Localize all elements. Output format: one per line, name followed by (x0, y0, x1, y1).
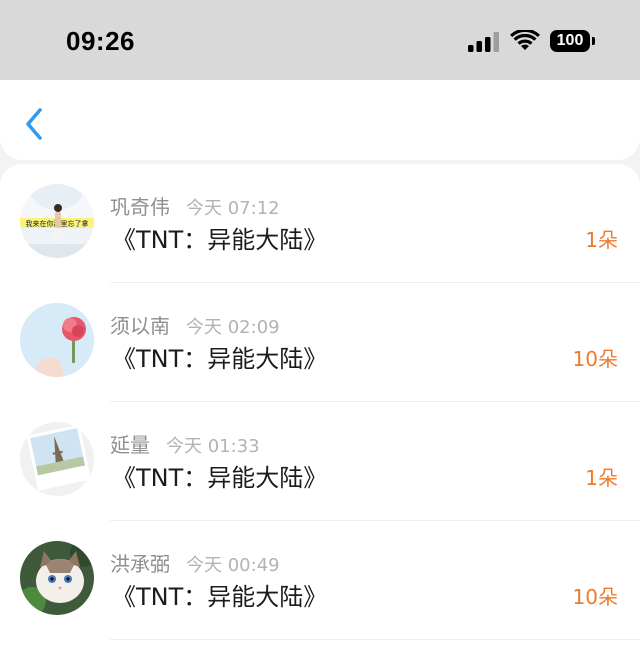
timestamp: 今天 00:49 (186, 555, 280, 576)
wifi-icon (510, 30, 540, 50)
chevron-left-icon (26, 108, 42, 140)
timestamp: 今天 02:09 (186, 317, 280, 338)
book-title: 《TNT：异能大陆》 (112, 226, 328, 254)
list-item[interactable]: 洪承弼 今天 00:49 《TNT：异能大陆》 10朵 (0, 521, 640, 640)
status-time: 09:26 (66, 26, 135, 56)
flower-count: 10朵 (572, 347, 618, 371)
cellular-signal-icon (468, 32, 499, 52)
sender-name-text: 洪承弼 (110, 552, 170, 576)
sender-name-text: 须以南 (110, 314, 170, 338)
sender-name-text: 巩奇伟 (110, 195, 170, 219)
timestamp: 今天 01:33 (166, 436, 260, 457)
back-button[interactable] (18, 104, 52, 144)
avatar: 我来在你那里忘了拿 (20, 184, 94, 258)
sender-name: 洪承弼 今天 00:49 (110, 548, 280, 577)
sender-name: 巩奇伟 今天 07:12 (110, 191, 280, 220)
battery-level: 100 (550, 30, 590, 52)
book-title: 《TNT：异能大陆》 (112, 464, 328, 492)
avatar (20, 422, 94, 496)
sender-name: 须以南 今天 02:09 (110, 310, 280, 339)
book-title: 《TNT：异能大陆》 (112, 583, 328, 611)
timestamp: 今天 07:12 (186, 198, 280, 219)
book-title: 《TNT：异能大陆》 (112, 345, 328, 373)
avatar (20, 541, 94, 615)
list-item[interactable]: 我来在你那里忘了拿 巩奇伟今天 07:12 《TNT：异能大陆》 1朵 (0, 164, 640, 283)
flower-count: 1朵 (585, 466, 618, 490)
avatar (20, 303, 94, 377)
battery-icon: 100 (550, 30, 596, 54)
status-bar: 09:26 100 (0, 0, 640, 80)
nav-bar (0, 80, 640, 160)
flower-count: 10朵 (572, 585, 618, 609)
gift-list: 我来在你那里忘了拿 巩奇伟今天 07:12 《TNT：异能大陆》 1朵 (0, 164, 640, 658)
list-item[interactable]: 延量 今天 01:33 《TNT：异能大陆》 1朵 (0, 402, 640, 521)
sender-name-text: 延量 (110, 433, 150, 457)
flower-count: 1朵 (585, 228, 618, 252)
sender-name: 延量 今天 01:33 (110, 429, 260, 458)
list-item[interactable]: 须以南 今天 02:09 《TNT：异能大陆》 10朵 (0, 283, 640, 402)
divider (110, 639, 640, 640)
